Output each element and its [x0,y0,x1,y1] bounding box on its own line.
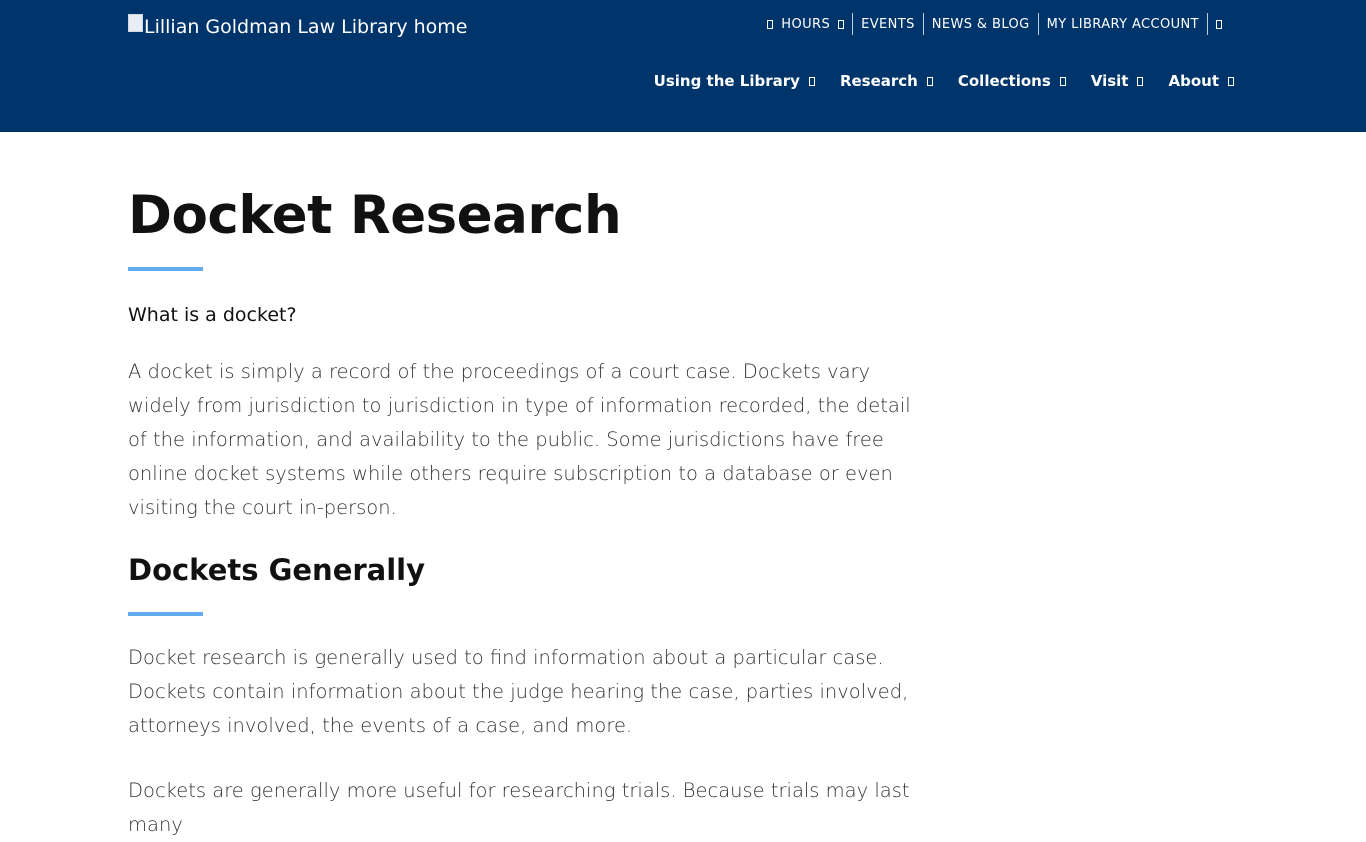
events-label: EVENTS [861,16,915,32]
my-library-account-link[interactable]: MY LIBRARY ACCOUNT [1037,13,1207,35]
site-header: Lillian Goldman Law Library home HOURS E… [0,0,1366,132]
nav-about[interactable]: About [1168,70,1234,92]
chevron-down-icon [838,19,845,29]
clock-icon [767,19,774,29]
news-blog-label: NEWS & BLOG [931,16,1030,32]
page-title: Docket Research [128,185,622,246]
intro-paragraph: A docket is simply a record of the proce… [128,360,911,519]
nav-visit[interactable]: Visit [1091,70,1144,92]
body-paragraph: Docket research is generally used to fin… [128,646,909,737]
nav-using-the-library[interactable]: Using the Library [654,70,815,92]
hours-link[interactable]: HOURS [759,13,852,35]
nav-label: Visit [1090,72,1129,90]
nav-label: Collections [957,72,1051,90]
title-accent-rule [128,267,203,271]
utility-nav: HOURS EVENTS NEWS & BLOG MY LIBRARY ACCO… [759,13,1230,35]
chevron-down-icon [1137,76,1144,86]
search-button[interactable] [1207,13,1230,35]
hours-label: HOURS [781,16,831,32]
chevron-down-icon [926,76,933,86]
main-content: Docket Research What is a docket? A dock… [128,132,918,842]
logo-alt-text: Lillian Goldman Law Library home [144,16,468,38]
nav-label: About [1168,72,1219,90]
events-link[interactable]: EVENTS [852,13,923,35]
nav-label: Research [839,72,918,90]
nav-collections[interactable]: Collections [958,70,1066,92]
chevron-down-icon [808,76,815,86]
my-library-account-label: MY LIBRARY ACCOUNT [1046,16,1199,32]
intro-question: What is a docket? [128,304,297,326]
library-home-logo-link[interactable]: Lillian Goldman Law Library home [128,14,468,38]
body-paragraph-cut: Dockets are generally more useful for re… [128,779,910,836]
section-heading: Dockets Generally [128,553,426,587]
nav-research[interactable]: Research [840,70,933,92]
main-nav: Using the Library Research Collections V… [629,70,1234,92]
chevron-down-icon [1228,76,1234,86]
section-accent-rule [128,612,203,616]
chevron-down-icon [1059,76,1066,86]
news-blog-link[interactable]: NEWS & BLOG [922,13,1038,35]
nav-label: Using the Library [653,72,800,90]
broken-image-icon [128,14,143,32]
search-icon [1216,19,1222,29]
